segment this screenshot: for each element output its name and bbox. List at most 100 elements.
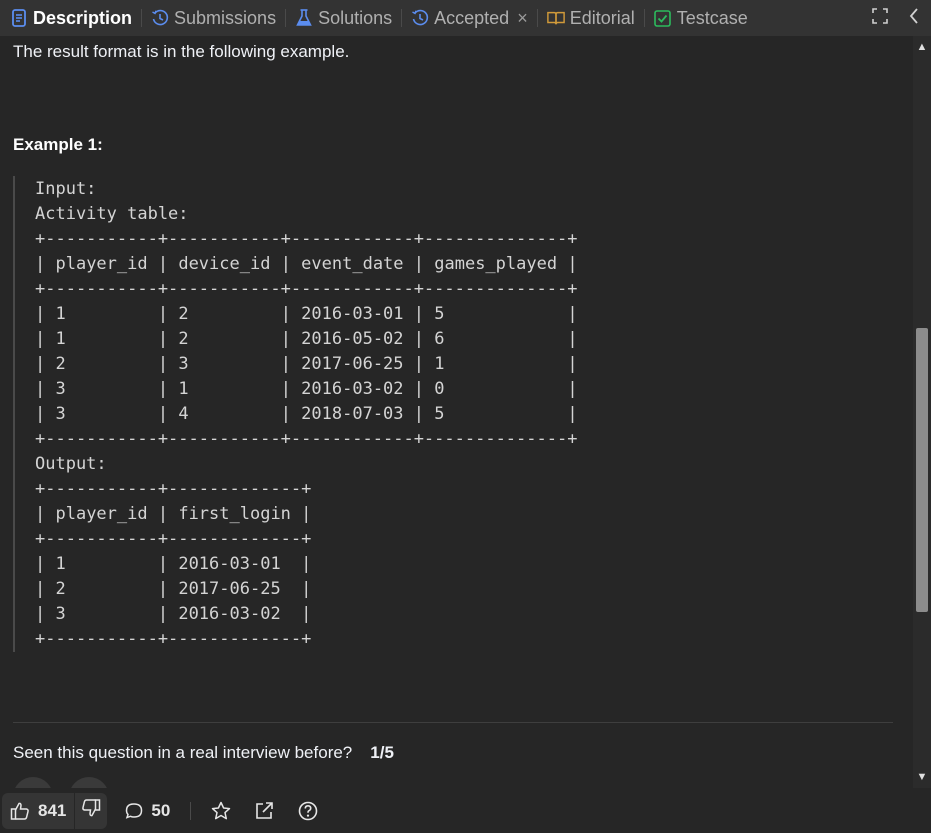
scroll-down-icon[interactable]: ▼ (913, 768, 931, 786)
fullscreen-button[interactable] (863, 7, 897, 29)
table-caption: Activity table: (35, 204, 189, 224)
table-cell: 6 (434, 329, 445, 349)
input-table: +-----------+-----------+------------+--… (35, 227, 578, 452)
column-header: event_date (301, 254, 404, 274)
share-icon (255, 801, 274, 820)
table-header-row: | player_id | first_login | (35, 504, 312, 524)
table-cell: 3 (55, 379, 66, 399)
comments-button[interactable]: 50 (125, 801, 170, 821)
bottom-toolbar: 841 50 (0, 788, 931, 833)
toolbar-divider (190, 801, 192, 820)
table-row: | 1 | 2 | 2016-05-02 | 6 | (35, 329, 578, 349)
star-icon (211, 801, 231, 821)
table-cell: 2 (178, 329, 189, 349)
favorite-button[interactable] (211, 801, 231, 821)
table-cell: 3 (55, 604, 66, 624)
yes-button[interactable] (13, 777, 53, 788)
history-icon (151, 9, 169, 27)
tab-solutions[interactable]: Solutions (295, 0, 392, 36)
tab-testcase[interactable]: Testcase (654, 0, 748, 36)
tab-label: Accepted (434, 7, 510, 28)
table-cell: 2017-06-25 (178, 579, 281, 599)
comment-icon (125, 802, 143, 820)
check-square-icon (654, 9, 672, 27)
column-header: player_id (55, 504, 148, 524)
table-cell: 2016-03-01 (178, 554, 281, 574)
collapse-panel-button[interactable] (897, 7, 931, 29)
table-cell: 0 (434, 379, 445, 399)
table-cell: 1 (55, 304, 66, 324)
table-cell: 2 (55, 579, 66, 599)
dislike-button[interactable] (74, 792, 108, 829)
table-row: | 3 | 2016-03-02 | (35, 604, 312, 624)
table-border: +-----------+-------------+ (35, 629, 312, 649)
book-icon (546, 9, 565, 27)
interview-text: Seen this question in a real interview b… (13, 743, 353, 762)
table-cell: 4 (178, 404, 189, 424)
comment-count: 50 (151, 800, 171, 820)
flask-icon (295, 9, 313, 27)
thumbs-down-icon (81, 798, 101, 823)
table-cell: 1 (55, 554, 66, 574)
table-row: | 1 | 2016-03-01 | (35, 554, 312, 574)
table-cell: 2016-03-02 (178, 604, 281, 624)
tab-label: Description (33, 7, 133, 28)
interview-question: Seen this question in a real interview b… (13, 743, 394, 763)
table-cell: 2 (178, 304, 189, 324)
tab-divider (536, 9, 538, 27)
tab-label: Testcase (676, 7, 748, 28)
column-header: player_id (55, 254, 148, 274)
close-icon[interactable]: × (517, 8, 528, 29)
table-cell: 5 (434, 404, 445, 424)
table-row: | 2 | 2017-06-25 | (35, 579, 312, 599)
tab-description[interactable]: Description (10, 0, 132, 36)
table-border: +-----------+-------------+ (35, 529, 312, 549)
table-border: +-----------+-----------+------------+--… (35, 429, 578, 449)
table-cell: 3 (178, 354, 189, 374)
table-cell: 2017-06-25 (301, 354, 404, 374)
tab-submissions[interactable]: Submissions (151, 0, 276, 36)
tab-label: Solutions (318, 7, 393, 28)
table-cell: 1 (178, 379, 189, 399)
table-cell: 1 (55, 329, 66, 349)
table-border: +-----------+-----------+------------+--… (35, 229, 578, 249)
table-border: +-----------+-----------+------------+--… (35, 279, 578, 299)
example-title: Example 1: (13, 135, 103, 154)
example-block: Input: Activity table: +-----------+----… (13, 176, 615, 652)
tab-accepted[interactable]: Accepted × (411, 0, 528, 36)
scroll-up-icon[interactable]: ▲ (913, 38, 931, 56)
table-cell: 2016-03-02 (301, 379, 404, 399)
table-row: | 1 | 2 | 2016-03-01 | 5 | (35, 304, 578, 324)
tab-divider (401, 9, 403, 27)
table-cell: 2018-07-03 (301, 404, 404, 424)
help-icon (298, 801, 318, 821)
table-row: | 3 | 4 | 2018-07-03 | 5 | (35, 404, 578, 424)
like-count: 841 (38, 800, 67, 820)
tab-divider (141, 9, 143, 27)
table-cell: 1 (434, 354, 445, 374)
share-button[interactable] (255, 801, 274, 820)
history-icon (411, 9, 429, 27)
column-header: device_id (178, 254, 271, 274)
table-cell: 5 (434, 304, 445, 324)
thumbs-up-icon (10, 801, 30, 821)
tab-editorial[interactable]: Editorial (546, 0, 635, 36)
description-icon (10, 9, 28, 27)
like-button[interactable]: 841 (2, 792, 75, 829)
no-button[interactable] (69, 777, 109, 788)
tab-bar: Description Submissions Solutions Accept… (0, 0, 931, 36)
scrollbar-thumb[interactable] (916, 328, 928, 612)
table-cell: 2016-03-01 (301, 304, 404, 324)
example-code: Input: Activity table: +-----------+----… (35, 177, 578, 652)
table-cell: 2 (55, 354, 66, 374)
help-button[interactable] (298, 801, 318, 821)
table-row: | 2 | 3 | 2017-06-25 | 1 | (35, 354, 578, 374)
scrollbar[interactable]: ▲ ▼ (913, 36, 931, 788)
tab-divider (285, 9, 287, 27)
table-header-row: | player_id | device_id | event_date | g… (35, 254, 578, 274)
input-label: Input: (35, 179, 97, 199)
description-panel: The result format is in the following ex… (0, 36, 912, 788)
column-header: games_played (434, 254, 558, 274)
table-cell: 2016-05-02 (301, 329, 404, 349)
table-border: +-----------+-------------+ (35, 479, 312, 499)
